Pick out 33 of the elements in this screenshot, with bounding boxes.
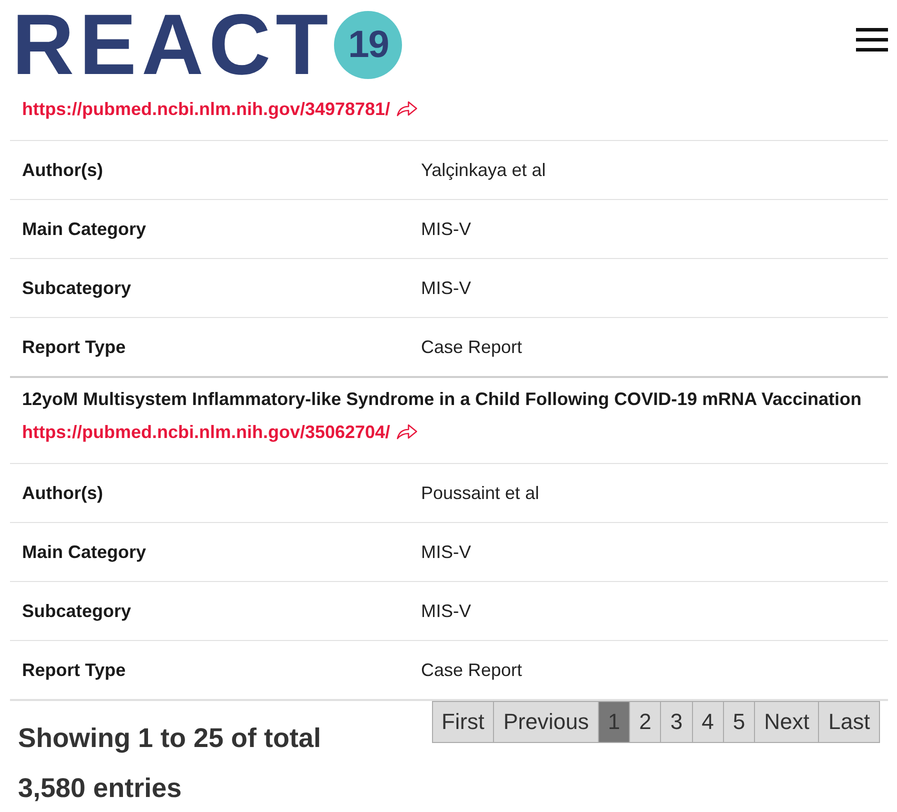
share-arrow-icon[interactable] [396, 100, 418, 117]
field-value: Case Report [421, 336, 522, 359]
page-button[interactable]: Next [754, 701, 820, 743]
logo-badge: 19 [334, 11, 402, 79]
menu-icon[interactable] [856, 28, 888, 52]
field-label: Author(s) [22, 158, 104, 182]
field-label: Report Type [22, 336, 127, 359]
page-button[interactable]: 4 [692, 701, 724, 743]
entries-summary: Showing 1 to 25 of total 3,580 entries [17, 722, 322, 805]
field-value: MIS-V [421, 540, 472, 564]
field-value: MIS-V [421, 218, 472, 240]
page-button[interactable]: Last [818, 701, 880, 743]
field-value: Poussaint et al [421, 482, 540, 504]
page-button[interactable]: First [432, 701, 494, 743]
share-arrow-icon[interactable] [396, 423, 418, 440]
field-label: Main Category [22, 218, 148, 241]
page-button[interactable]: Previous [493, 701, 599, 743]
page-button[interactable]: 5 [722, 701, 756, 743]
page-button[interactable]: 2 [629, 701, 662, 743]
field-label: Subcategory [22, 600, 132, 623]
field-value: MIS-V [421, 600, 472, 622]
field-label: Report Type [22, 658, 127, 682]
field-label: Subcategory [22, 276, 132, 300]
field-value: Yalçinkaya et al [421, 158, 546, 182]
pubmed-link[interactable]: https://pubmed.ncbi.nlm.nih.gov/35062704/ [22, 419, 390, 446]
field-value: MIS-V [421, 276, 472, 300]
record-title: 12yoM Multisystem Inflammatory-like Syndrome in a Child Following COVID-19 mRNA Vaccination [21, 388, 862, 411]
field-value: Case Report [421, 658, 522, 682]
field-label: Main Category [22, 540, 148, 564]
pubmed-link[interactable]: https://pubmed.ncbi.nlm.nih.gov/34978781/ [22, 96, 390, 123]
logo-wordmark: REACT [12, 2, 334, 88]
field-label: Author(s) [22, 482, 104, 505]
page-button[interactable]: 3 [660, 701, 693, 743]
